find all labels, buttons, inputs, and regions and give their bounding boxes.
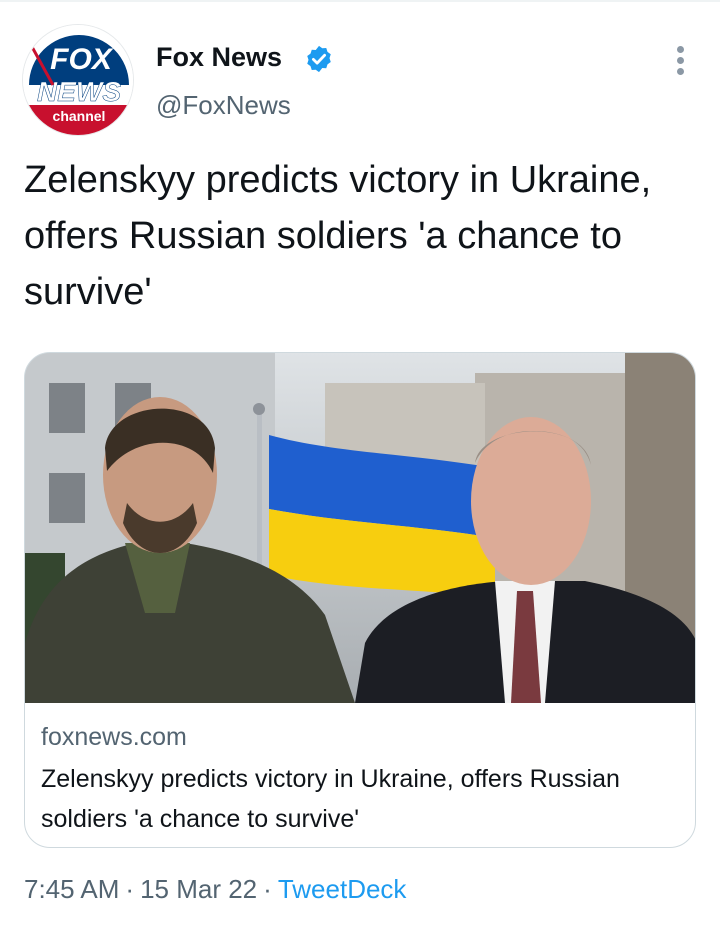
svg-text:channel: channel bbox=[53, 108, 106, 124]
more-options-icon[interactable] bbox=[668, 42, 692, 82]
tweet-header: FOX NEWS channel Fox News @FoxNews bbox=[22, 24, 702, 140]
tweet-date[interactable]: 15 Mar 22 bbox=[140, 874, 257, 904]
tweet-meta: 7:45 AM · 15 Mar 22 · TweetDeck bbox=[24, 874, 406, 905]
meta-separator: · bbox=[125, 874, 135, 904]
link-preview-card[interactable]: foxnews.com Zelenskyy predicts victory i… bbox=[24, 352, 696, 848]
avatar[interactable]: FOX NEWS channel bbox=[22, 24, 134, 136]
card-domain: foxnews.com bbox=[41, 723, 187, 751]
verified-badge-icon bbox=[307, 45, 331, 73]
fox-news-logo: FOX NEWS channel bbox=[23, 25, 133, 135]
tweet-time[interactable]: 7:45 AM bbox=[24, 874, 119, 904]
card-image bbox=[25, 353, 695, 703]
author-name[interactable]: Fox News bbox=[156, 42, 282, 73]
svg-text:FOX: FOX bbox=[50, 43, 114, 76]
card-title: Zelenskyy predicts victory in Ukraine, o… bbox=[41, 765, 620, 833]
top-divider bbox=[0, 0, 720, 2]
author-handle[interactable]: @FoxNews bbox=[156, 90, 291, 121]
tweet-text: Zelenskyy predicts victory in Ukraine, o… bbox=[24, 159, 652, 313]
meta-separator-2: · bbox=[263, 874, 272, 904]
tweet-source-link[interactable]: TweetDeck bbox=[278, 874, 407, 904]
